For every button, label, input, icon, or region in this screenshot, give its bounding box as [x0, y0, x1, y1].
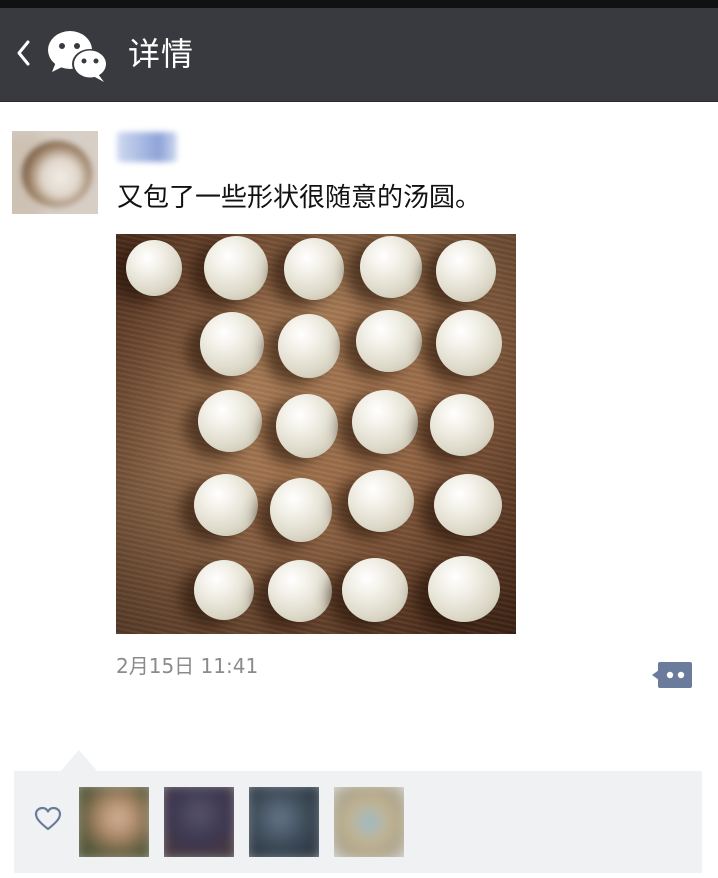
title-bar: 详情 [0, 8, 718, 102]
likes-panel-pointer [60, 750, 98, 772]
status-bar [0, 0, 718, 8]
author-nickname[interactable]: 小满 [117, 132, 177, 162]
page-title: 详情 [128, 35, 195, 73]
wechat-logo-icon [48, 31, 108, 82]
back-arrow-icon[interactable] [14, 38, 34, 68]
liker-avatar-2[interactable] [164, 787, 234, 857]
liker-avatar-4[interactable] [334, 787, 404, 857]
post-photo[interactable] [116, 234, 516, 634]
post-timestamp: 2月15日 11:41 [116, 654, 259, 678]
liker-avatar-1[interactable] [79, 787, 149, 857]
heart-outline-icon [34, 806, 62, 831]
post-text: 又包了一些形状很随意的汤圆。 [117, 183, 482, 213]
comment-more-icon[interactable] [652, 660, 694, 690]
liker-avatar-3[interactable] [249, 787, 319, 857]
author-avatar[interactable] [12, 131, 98, 214]
